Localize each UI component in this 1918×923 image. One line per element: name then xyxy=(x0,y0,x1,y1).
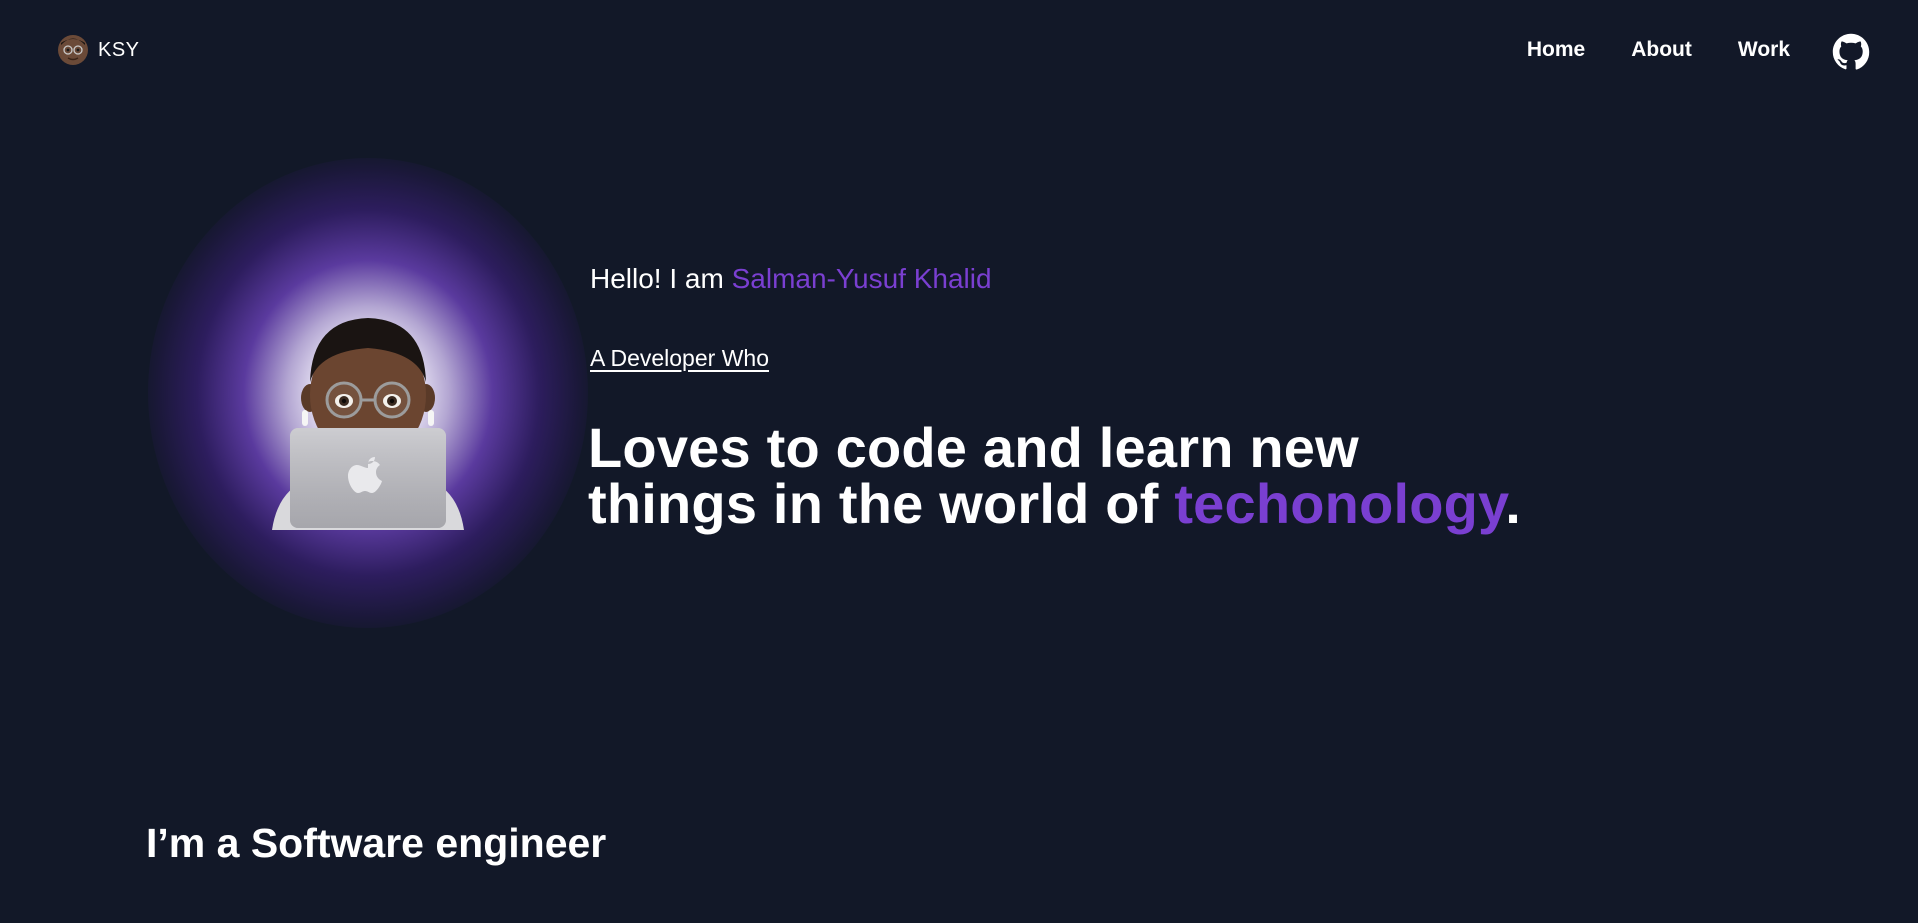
github-link[interactable] xyxy=(1832,33,1870,71)
brand-link[interactable]: KSY xyxy=(56,33,140,67)
main-nav: Home About Work xyxy=(1527,38,1790,62)
headline-accent: techonology xyxy=(1174,472,1506,535)
headline-line-1: Loves to code and learn new xyxy=(588,416,1359,479)
nav-about[interactable]: About xyxy=(1631,38,1692,62)
hero-headline: Loves to code and learn new things in th… xyxy=(588,420,1521,532)
headline-suffix: . xyxy=(1505,472,1522,535)
hero-name: Salman-Yusuf Khalid xyxy=(731,263,992,294)
greeting: Hello! I am Salman-Yusuf Khalid xyxy=(590,263,992,295)
greeting-prefix: Hello! I am xyxy=(590,263,732,294)
github-icon xyxy=(1832,33,1870,70)
nav-work[interactable]: Work xyxy=(1738,38,1790,62)
section-title: I’m a Software engineer xyxy=(146,820,607,866)
brand-text: KSY xyxy=(98,38,140,61)
developer-subtitle-link[interactable]: A Developer Who xyxy=(590,345,769,372)
page: KSY Home About Work Hello! I am Salman-Y… xyxy=(0,0,1918,923)
memoji-avatar-icon xyxy=(58,35,88,65)
nav-home[interactable]: Home xyxy=(1527,38,1585,62)
memoji-laptop-icon xyxy=(272,318,464,530)
headline-line-2-prefix: things in the world of xyxy=(588,472,1175,535)
